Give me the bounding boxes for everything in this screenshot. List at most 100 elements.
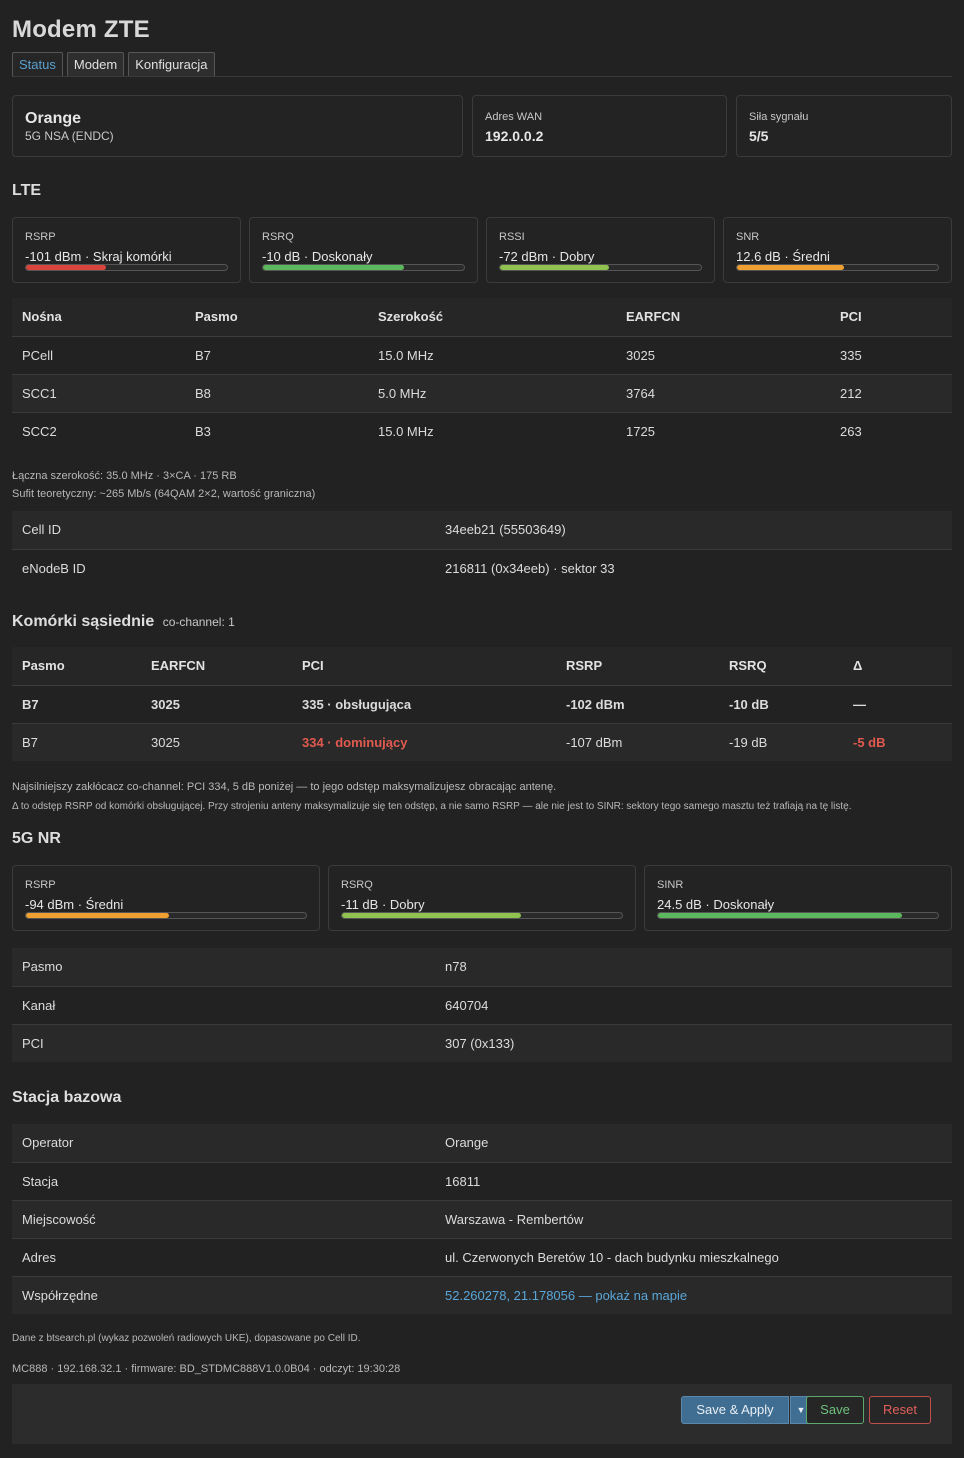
meter-fill bbox=[500, 265, 609, 270]
signal-value: 5/5 bbox=[749, 128, 769, 144]
tab-divider bbox=[12, 76, 952, 77]
lte-heading: LTE bbox=[12, 182, 42, 199]
table-row: Pasmo n78 bbox=[12, 948, 952, 987]
operator-card: Orange 5G NSA (ENDC) bbox=[12, 95, 463, 157]
wan-label: Adres WAN bbox=[485, 111, 543, 123]
table-cell: -107 dBm bbox=[556, 723, 719, 761]
carriers-table: Nośna Pasmo Szerokość EARFCN PCI PCell B… bbox=[12, 298, 952, 450]
meter-value: -94 dBm · Średni bbox=[25, 897, 124, 912]
station-table: Operator Orange Stacja 16811 Miejscowość… bbox=[12, 1124, 952, 1314]
table-cell: B7 bbox=[185, 336, 368, 375]
info-key: Współrzędne bbox=[12, 1276, 435, 1314]
info-value: Orange bbox=[435, 1124, 952, 1163]
meter-fill bbox=[26, 913, 169, 918]
info-value: 34eeb21 (55503649) bbox=[435, 511, 952, 550]
info-key: Kanał bbox=[12, 986, 435, 1025]
info-key: PCI bbox=[12, 1024, 435, 1062]
nr-rsrp-meter: RSRP -94 dBm · Średni bbox=[12, 865, 320, 931]
interferer-note: Najsilniejszy zakłócacz co-channel: PCI … bbox=[12, 781, 557, 793]
save-apply-button[interactable]: Save & Apply bbox=[681, 1396, 789, 1424]
tab-konfiguracja[interactable]: Konfiguracja bbox=[128, 52, 215, 76]
column-header: Nośna bbox=[12, 298, 185, 337]
page-title: Modem ZTE bbox=[12, 16, 150, 43]
neighbors-table: Pasmo EARFCN PCI RSRP RSRQ Δ B7 3025 335… bbox=[12, 647, 952, 761]
table-row: PCell B7 15.0 MHz 3025 335 bbox=[12, 336, 952, 375]
lte-rsrp-meter: RSRP -101 dBm · Skraj komórki bbox=[12, 217, 241, 283]
table-cell: -5 dB bbox=[843, 723, 952, 761]
meter-bar bbox=[25, 264, 228, 271]
tab-status[interactable]: Status bbox=[12, 52, 63, 76]
table-cell: 335 bbox=[830, 336, 952, 375]
table-cell: PCell bbox=[12, 336, 185, 375]
table-cell: 15.0 MHz bbox=[368, 336, 616, 375]
table-cell: — bbox=[843, 685, 952, 724]
table-cell: 1725 bbox=[626, 423, 655, 439]
info-key: Cell ID bbox=[12, 511, 435, 550]
table-row: Adres ul. Czerwonych Beretów 10 - dach b… bbox=[12, 1238, 952, 1277]
meter-value: -101 dBm · Skraj komórki bbox=[25, 249, 172, 264]
source-note: Dane z btsearch.pl (wykaz pozwoleń radio… bbox=[12, 1333, 361, 1344]
column-header: Pasmo bbox=[12, 647, 141, 686]
meter-value: -72 dBm · Dobry bbox=[499, 249, 595, 264]
info-key: Pasmo bbox=[12, 948, 435, 987]
lte-snr-meter: SNR 12.6 dB · Średni bbox=[723, 217, 952, 283]
nr-heading: 5G NR bbox=[12, 830, 61, 847]
column-header: EARFCN bbox=[141, 647, 292, 686]
table-cell: 3025 bbox=[141, 723, 292, 761]
meter-value: -11 dB · Dobry bbox=[341, 897, 425, 912]
info-value: 216811 (0x34eeb) · sektor 33 bbox=[445, 560, 615, 576]
meter-bar bbox=[341, 912, 623, 919]
table-row: eNodeB ID 216811 (0x34eeb) · sektor 33 bbox=[12, 549, 952, 587]
wan-value: 192.0.0.2 bbox=[485, 128, 544, 144]
neighbors-title: Komórki sąsiednie bbox=[12, 613, 155, 630]
info-key: Stacja bbox=[12, 1162, 435, 1201]
cell-info-table: Cell ID 34eeb21 (55503649) eNodeB ID 216… bbox=[12, 511, 952, 587]
table-cell: SCC2 bbox=[22, 423, 57, 439]
meter-bar bbox=[262, 264, 465, 271]
meter-value: 24.5 dB · Doskonały bbox=[657, 897, 775, 912]
tab-bar: Status Modem Konfiguracja bbox=[12, 52, 219, 76]
info-value: ul. Czerwonych Beretów 10 - dach budynku… bbox=[435, 1238, 952, 1277]
info-value: Warszawa - Rembertów bbox=[435, 1200, 952, 1239]
table-cell: 334 · dominujący bbox=[292, 723, 556, 761]
table-row: Współrzędne 52.260278, 21.178056 — pokaż… bbox=[12, 1276, 952, 1314]
column-header: Szerokość bbox=[368, 298, 616, 337]
meter-label: RSRP bbox=[25, 231, 56, 243]
table-cell: 3025 bbox=[616, 336, 830, 375]
table-cell: 5.0 MHz bbox=[368, 374, 616, 413]
info-key: Operator bbox=[12, 1124, 435, 1163]
table-row: B7 3025 335 · obsługująca -102 dBm -10 d… bbox=[12, 685, 952, 724]
table-row: SCC2 B3 15.0 MHz 1725 263 bbox=[12, 412, 952, 450]
map-link[interactable]: 52.260278, 21.178056 — pokaż na mapie bbox=[435, 1276, 952, 1314]
table-header-row: Nośna Pasmo Szerokość EARFCN PCI bbox=[12, 298, 952, 337]
info-key: Miejscowość bbox=[12, 1200, 435, 1239]
nr-sinr-meter: SINR 24.5 dB · Doskonały bbox=[644, 865, 952, 931]
signal-label: Siła sygnału bbox=[749, 111, 809, 123]
table-cell: SCC1 bbox=[12, 374, 185, 413]
table-row: B7 3025 334 · dominujący -107 dBm -19 dB… bbox=[12, 723, 952, 761]
table-row: Cell ID 34eeb21 (55503649) bbox=[12, 511, 952, 550]
station-heading: Stacja bazowa bbox=[12, 1089, 122, 1106]
lte-rssi-meter: RSSI -72 dBm · Dobry bbox=[486, 217, 715, 283]
neighbors-heading: Komórki sąsiednie co-channel: 1 bbox=[12, 613, 235, 631]
table-cell: B7 bbox=[12, 685, 141, 724]
meter-label: SNR bbox=[736, 231, 760, 243]
info-value: n78 bbox=[435, 948, 952, 987]
meter-fill bbox=[263, 265, 404, 270]
meter-label: SINR bbox=[657, 879, 684, 891]
table-cell: -10 dB bbox=[719, 685, 843, 724]
table-cell: 212 bbox=[830, 374, 952, 413]
column-header: PCI bbox=[292, 647, 556, 686]
meter-bar bbox=[657, 912, 939, 919]
wan-card: Adres WAN 192.0.0.2 bbox=[472, 95, 727, 157]
neighbors-subtitle: co-channel: 1 bbox=[162, 615, 235, 629]
info-key: eNodeB ID bbox=[22, 560, 86, 576]
meter-label: RSSI bbox=[499, 231, 525, 243]
table-row: Miejscowość Warszawa - Rembertów bbox=[12, 1200, 952, 1239]
column-header: RSRQ bbox=[719, 647, 843, 686]
tab-modem[interactable]: Modem bbox=[66, 52, 125, 76]
reset-button[interactable]: Reset bbox=[869, 1396, 931, 1424]
table-row: PCI 307 (0x133) bbox=[12, 1024, 952, 1062]
meter-label: RSRQ bbox=[341, 879, 373, 891]
save-button[interactable]: Save bbox=[806, 1396, 864, 1424]
